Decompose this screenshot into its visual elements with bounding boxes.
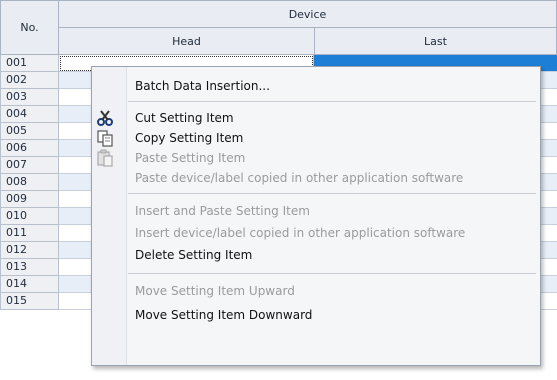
column-header-head-label: Head <box>172 34 201 48</box>
row-number[interactable]: 006 <box>0 140 59 157</box>
menu-item-delete[interactable]: Delete Setting Item <box>135 245 252 265</box>
menu-item-batch-insert[interactable]: Batch Data Insertion... <box>135 76 270 96</box>
menu-item-paste[interactable]: Paste Setting Item <box>135 148 245 168</box>
copy-icon <box>97 130 113 147</box>
row-number[interactable]: 005 <box>0 123 59 140</box>
paste-icon <box>97 149 113 167</box>
row-number[interactable]: 002 <box>0 72 59 89</box>
row-number[interactable]: 015 <box>0 293 59 310</box>
row-number[interactable]: 011 <box>0 225 59 242</box>
column-header-last-label: Last <box>424 34 447 48</box>
menu-separator <box>128 193 536 194</box>
menu-item-move-down-label: Move Setting Item Downward <box>135 308 313 322</box>
menu-item-insert-external-label: Insert device/label copied in other appl… <box>135 226 466 240</box>
context-menu: Batch Data Insertion... Cut Setting Item… <box>91 66 541 366</box>
menu-item-paste-label: Paste Setting Item <box>135 151 246 165</box>
menu-item-move-up[interactable]: Move Setting Item Upward <box>135 281 295 301</box>
menu-item-batch-insert-label: Batch Data Insertion... <box>135 79 270 93</box>
menu-separator <box>128 273 536 274</box>
menu-separator <box>128 101 536 102</box>
menu-item-insert-paste-label: Insert and Paste Setting Item <box>135 204 310 218</box>
column-group-device-label: Device <box>288 7 327 21</box>
row-number[interactable]: 007 <box>0 157 59 174</box>
menu-item-move-down[interactable]: Move Setting Item Downward <box>135 305 312 325</box>
column-group-device: Device <box>58 0 557 28</box>
row-number[interactable]: 009 <box>0 191 59 208</box>
row-number[interactable]: 010 <box>0 208 59 225</box>
menu-item-insert-external[interactable]: Insert device/label copied in other appl… <box>135 223 465 243</box>
menu-item-insert-paste[interactable]: Insert and Paste Setting Item <box>135 201 310 221</box>
menu-item-cut[interactable]: Cut Setting Item <box>135 108 234 128</box>
menu-item-move-up-label: Move Setting Item Upward <box>135 284 295 298</box>
row-number[interactable]: 004 <box>0 106 59 123</box>
menu-item-paste-external[interactable]: Paste device/label copied in other appli… <box>135 168 463 188</box>
column-header-last[interactable]: Last <box>314 27 557 55</box>
menu-item-copy-label: Copy Setting Item <box>135 131 244 145</box>
scissors-icon <box>97 110 113 126</box>
row-number[interactable]: 003 <box>0 89 59 106</box>
row-number[interactable]: 001 <box>0 55 59 72</box>
row-number[interactable]: 008 <box>0 174 59 191</box>
row-number[interactable]: 013 <box>0 259 59 276</box>
menu-item-delete-label: Delete Setting Item <box>135 248 253 262</box>
menu-item-cut-label: Cut Setting Item <box>135 111 234 125</box>
row-number[interactable]: 014 <box>0 276 59 293</box>
menu-item-paste-external-label: Paste device/label copied in other appli… <box>135 171 464 185</box>
menu-item-copy[interactable]: Copy Setting Item <box>135 128 243 148</box>
column-header-no[interactable]: No. <box>0 0 59 55</box>
column-header-head[interactable]: Head <box>58 27 315 55</box>
column-header-no-label: No. <box>20 21 39 34</box>
row-number[interactable]: 012 <box>0 242 59 259</box>
